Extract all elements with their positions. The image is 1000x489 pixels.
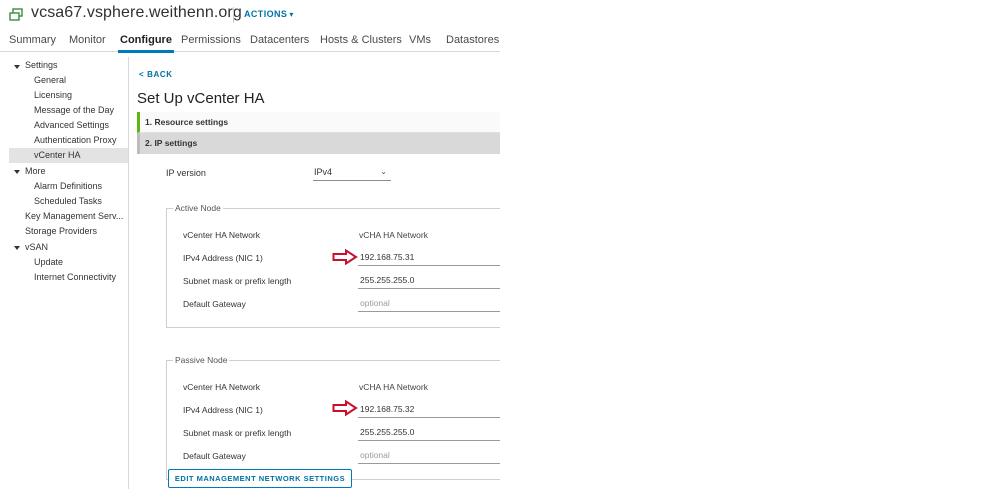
active-ipv4-input[interactable]: 192.168.75.31	[358, 251, 500, 266]
tab-hosts-clusters[interactable]: Hosts & Clusters	[320, 34, 402, 46]
sidebar-group-more[interactable]: More	[25, 164, 46, 179]
back-label: BACK	[147, 70, 173, 79]
active-gateway-label: Default Gateway	[183, 299, 246, 309]
chevron-down-icon: ▾	[289, 10, 294, 19]
active-network-label: vCenter HA Network	[183, 230, 260, 240]
tab-summary[interactable]: Summary	[9, 34, 56, 46]
sidebar-item-general[interactable]: General	[34, 73, 66, 88]
passive-ipv4-input[interactable]: 192.168.75.32	[358, 403, 500, 418]
active-gateway-input[interactable]: optional	[358, 297, 500, 312]
sidebar-item-update[interactable]: Update	[34, 255, 63, 270]
sidebar-item-advanced-settings[interactable]: Advanced Settings	[34, 118, 109, 133]
active-subnet-input[interactable]: 255.255.255.0	[358, 274, 500, 289]
tab-datacenters[interactable]: Datacenters	[250, 34, 309, 46]
sidebar-item-message-of-the-day[interactable]: Message of the Day	[34, 103, 114, 118]
sidebar-group-settings[interactable]: Settings	[25, 58, 58, 73]
red-arrow-icon	[332, 249, 358, 265]
step-label: 1. Resource settings	[145, 117, 229, 127]
tab-configure[interactable]: Configure	[118, 34, 174, 53]
step-ip-settings[interactable]: 2. IP settings	[137, 133, 500, 154]
caret-down-icon[interactable]	[14, 170, 20, 174]
passive-network-label: vCenter HA Network	[183, 382, 260, 392]
caret-down-icon[interactable]	[14, 65, 20, 69]
active-ipv4-label: IPv4 Address (NIC 1)	[183, 253, 263, 263]
setup-vcenter-ha-panel: < BACK Set Up vCenter HA 1. Resource set…	[130, 57, 500, 489]
sidebar-item-alarm-definitions[interactable]: Alarm Definitions	[34, 179, 102, 194]
object-title: vcsa67.vsphere.weithenn.org	[31, 4, 242, 21]
step-resource-settings[interactable]: 1. Resource settings	[137, 112, 500, 133]
back-link[interactable]: < BACK	[139, 70, 173, 79]
passive-gateway-label: Default Gateway	[183, 451, 246, 461]
ip-version-select[interactable]: IPv4 ⌄	[313, 164, 391, 181]
sidebar-item-internet-connectivity[interactable]: Internet Connectivity	[34, 270, 116, 285]
passive-ipv4-label: IPv4 Address (NIC 1)	[183, 405, 263, 415]
tab-permissions[interactable]: Permissions	[181, 34, 241, 46]
sidebar-item-scheduled-tasks[interactable]: Scheduled Tasks	[34, 194, 102, 209]
passive-node-legend: Passive Node	[173, 355, 230, 365]
sidebar-item-authentication-proxy[interactable]: Authentication Proxy	[34, 133, 117, 148]
sidebar-item-licensing[interactable]: Licensing	[34, 88, 72, 103]
sidebar-item-key-management-servers[interactable]: Key Management Serv...	[25, 209, 123, 224]
passive-gateway-input[interactable]: optional	[358, 449, 500, 464]
vsphere-client-window: vcsa67.vsphere.weithenn.org ACTIONS ▾ Sum…	[0, 0, 500, 489]
actions-label: ACTIONS	[244, 9, 288, 19]
actions-menu-button[interactable]: ACTIONS ▾	[244, 9, 294, 19]
ip-version-value: IPv4	[314, 167, 333, 177]
chevron-down-icon: ⌄	[380, 167, 387, 176]
step-label: 2. IP settings	[145, 138, 198, 148]
page-title: Set Up vCenter HA	[137, 90, 265, 107]
chevron-left-icon: <	[139, 70, 145, 79]
sidebar-item-storage-providers[interactable]: Storage Providers	[25, 224, 97, 239]
sidebar-group-vsan[interactable]: vSAN	[25, 240, 48, 255]
ip-version-label: IP version	[166, 168, 206, 178]
edit-management-network-settings-button[interactable]: EDIT MANAGEMENT NETWORK SETTINGS	[168, 469, 352, 488]
tab-vms[interactable]: VMs	[409, 34, 431, 46]
tab-datastores[interactable]: Datastores	[446, 34, 499, 46]
active-node-legend: Active Node	[173, 203, 223, 213]
red-arrow-icon	[332, 400, 358, 416]
vcenter-vms-icon	[9, 8, 23, 21]
active-network-value: vCHA HA Network	[359, 230, 428, 240]
passive-subnet-label: Subnet mask or prefix length	[183, 428, 292, 438]
caret-down-icon[interactable]	[14, 246, 20, 250]
passive-node-fieldset: Passive Node vCenter HA Network vCHA HA …	[166, 355, 500, 480]
tab-bar: Summary Monitor Configure Permissions Da…	[0, 29, 500, 53]
passive-network-value: vCHA HA Network	[359, 382, 428, 392]
active-subnet-label: Subnet mask or prefix length	[183, 276, 292, 286]
active-node-fieldset: Active Node vCenter HA Network vCHA HA N…	[166, 203, 500, 328]
header-divider	[233, 7, 234, 23]
settings-sidebar: Settings General Licensing Message of th…	[0, 57, 129, 489]
object-header: vcsa67.vsphere.weithenn.org ACTIONS ▾	[0, 0, 500, 28]
sidebar-item-vcenter-ha[interactable]: vCenter HA	[9, 148, 128, 163]
passive-subnet-input[interactable]: 255.255.255.0	[358, 426, 500, 441]
tab-monitor[interactable]: Monitor	[69, 34, 106, 46]
